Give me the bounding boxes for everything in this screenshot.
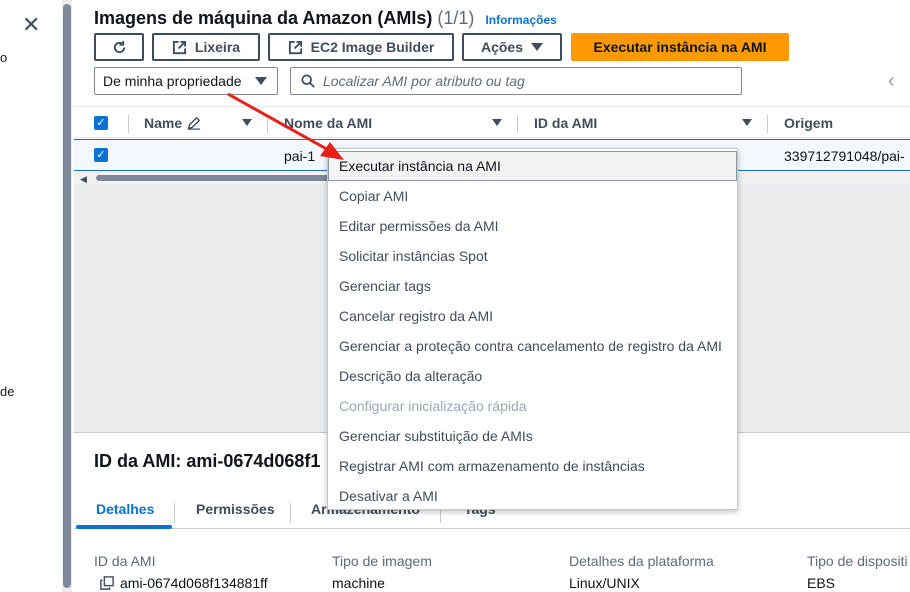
menu-item-deprecation[interactable]: Gerenciar substituição de AMIs: [328, 421, 737, 451]
sort-caret-icon[interactable]: [492, 119, 502, 126]
column-header-origin[interactable]: Origem: [784, 115, 833, 131]
chevron-left-icon[interactable]: ‹: [888, 70, 895, 93]
tab-details[interactable]: Detalhes: [96, 501, 154, 517]
search-placeholder: Localizar AMI por atributo ou tag: [323, 73, 525, 89]
actions-dropdown-button[interactable]: Ações: [462, 33, 562, 61]
copy-icon[interactable]: [100, 576, 114, 590]
page-title: Imagens de máquina da Amazon (AMIs) (1/1…: [94, 8, 557, 29]
actions-label: Ações: [480, 39, 524, 55]
menu-item-manage-tags[interactable]: Gerenciar tags: [328, 271, 737, 301]
field-value: Linux/UNIX: [569, 575, 640, 591]
menu-item-launch-instance[interactable]: Executar instância na AMI: [328, 151, 737, 181]
column-header-ami-id[interactable]: ID da AMI: [534, 115, 597, 131]
sort-caret-icon[interactable]: [242, 119, 252, 126]
menu-item-spot-instances[interactable]: Solicitar instâncias Spot: [328, 241, 737, 271]
item-count: (1/1): [437, 8, 475, 28]
column-header-ami-name[interactable]: Nome da AMI: [284, 115, 372, 131]
menu-item-edit-permissions[interactable]: Editar permissões da AMI: [328, 211, 737, 241]
field-value: machine: [332, 575, 385, 591]
field-label: Detalhes da plataforma: [569, 553, 714, 569]
field-value: ami-0674d068f134881ff: [100, 575, 268, 591]
close-icon[interactable]: ✕: [22, 14, 40, 36]
scrollbar-thumb[interactable]: [63, 4, 71, 588]
column-header-name[interactable]: Name: [144, 115, 182, 131]
details-title: ID da AMI: ami-0674d068f1: [94, 451, 321, 471]
menu-item-change-description[interactable]: Descrição da alteração: [328, 361, 737, 391]
recycle-bin-button[interactable]: Lixeira: [152, 33, 260, 61]
row-checkbox[interactable]: ✓: [94, 148, 108, 162]
search-icon: [301, 74, 315, 88]
search-input[interactable]: Localizar AMI por atributo ou tag: [290, 67, 742, 95]
menu-item-copy-ami[interactable]: Copiar AMI: [328, 181, 737, 211]
cell-ami-name: pai-1: [284, 148, 316, 164]
field-label: ID da AMI: [94, 553, 156, 569]
launch-instance-label: Executar instância na AMI: [593, 39, 767, 55]
page-title-text: Imagens de máquina da Amazon (AMIs): [94, 8, 433, 28]
refresh-icon: [113, 40, 125, 53]
actions-menu: Executar instância na AMI Copiar AMI Edi…: [327, 148, 738, 510]
recycle-bin-label: Lixeira: [194, 39, 241, 55]
vertical-scrollbar[interactable]: [62, 0, 72, 592]
nav-fragment: o: [0, 50, 8, 65]
info-link[interactable]: Informações: [485, 13, 556, 27]
menu-item-disable-ami[interactable]: Desativar a AMI: [328, 481, 737, 511]
edit-icon[interactable]: [187, 116, 201, 130]
sort-caret-icon[interactable]: [742, 119, 752, 126]
active-tab-indicator: [76, 525, 172, 529]
left-nav-panel: ✕ o de: [0, 0, 62, 592]
table-header: ✓ Name Nome da AMI ID da AMI Origem: [74, 106, 910, 138]
image-builder-label: EC2 Image Builder: [310, 39, 435, 55]
launch-instance-button[interactable]: Executar instância na AMI: [571, 33, 789, 61]
ami-id-value: ami-0674d068f134881ff: [120, 575, 268, 591]
caret-down-icon: [531, 43, 544, 51]
image-builder-button[interactable]: EC2 Image Builder: [268, 33, 454, 61]
ownership-value: De minha propriedade: [103, 73, 242, 89]
external-link-icon: [172, 40, 186, 54]
menu-item-register-instance-store[interactable]: Registrar AMI com armazenamento de instâ…: [328, 451, 737, 481]
menu-item-fast-launch: Configurar inicialização rápida: [339, 398, 527, 414]
menu-item-deregistration-protection[interactable]: Gerenciar a proteção contra cancelamento…: [328, 331, 737, 361]
tab-permissions[interactable]: Permissões: [196, 501, 275, 517]
refresh-button[interactable]: [94, 33, 144, 61]
menu-item-deregister[interactable]: Cancelar registro da AMI: [328, 301, 737, 331]
ownership-select[interactable]: De minha propriedade: [94, 67, 278, 95]
field-label: Tipo de imagem: [332, 553, 432, 569]
nav-fragment: de: [0, 384, 15, 399]
cell-origin: 339712791048/pai-: [784, 148, 905, 164]
field-label: Tipo de dispositi: [807, 553, 908, 569]
external-link-icon: [288, 40, 302, 54]
field-value: EBS: [807, 575, 836, 591]
caret-down-icon: [255, 77, 267, 85]
select-all-checkbox[interactable]: ✓: [94, 116, 108, 130]
